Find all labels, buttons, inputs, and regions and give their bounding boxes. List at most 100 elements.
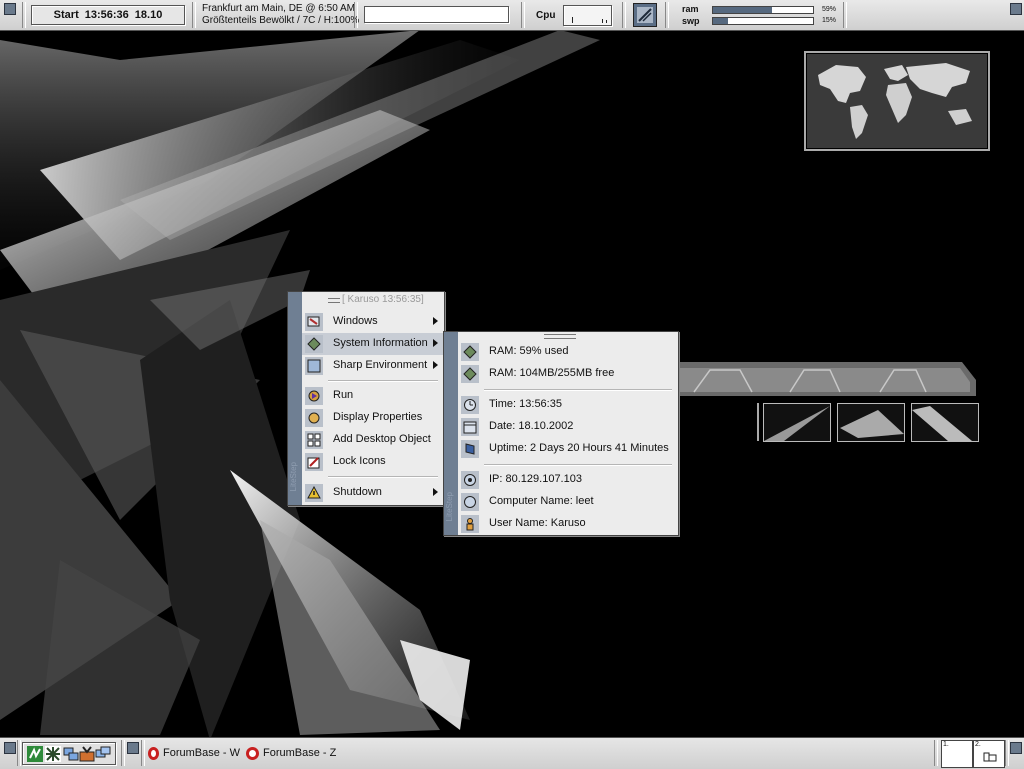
bottom-left-edge-button[interactable]: [4, 742, 16, 754]
system-information-submenu: LiteStep RAM: 59% used RAM: 104MB/255MB …: [443, 331, 679, 536]
ram-meter-fill: [713, 7, 772, 13]
virtual-desktop-2[interactable]: 2.: [973, 740, 1005, 768]
menu-item-display-properties[interactable]: Display Properties: [302, 407, 444, 429]
menu-item-label: Add Desktop Object: [333, 433, 431, 445]
menu-side-strip: LiteStep: [288, 292, 302, 505]
sysinfo-label: Uptime: 2 Days 20 Hours 41 Minutes: [489, 442, 669, 454]
separator: [521, 2, 525, 28]
quick-launch-green-icon[interactable]: [27, 746, 43, 762]
sysinfo-label: IP: 80.129.107.103: [489, 473, 582, 485]
sysinfo-time[interactable]: Time: 13:56:35: [458, 394, 678, 416]
virtual-desktop-1[interactable]: 1.: [941, 740, 973, 768]
weather-widget: Frankfurt am Main, DE @ 6:50 AM Größtent…: [202, 3, 359, 27]
ram-label: ram: [682, 4, 699, 14]
swp-meter: [712, 17, 814, 25]
taskbar-collapse-button[interactable]: [127, 742, 139, 754]
sysinfo-label: Date: 18.10.2002: [489, 420, 574, 432]
start-button[interactable]: Start 13:56:36 18.10: [31, 5, 185, 25]
menu-title-grip[interactable]: [544, 334, 576, 339]
start-label: Start: [53, 9, 79, 21]
menu-item-label: Lock Icons: [333, 455, 386, 467]
swp-meter-fill: [713, 18, 728, 24]
menu-item-label: Run: [333, 389, 354, 401]
sysinfo-ram-used[interactable]: RAM: 59% used: [458, 341, 678, 363]
network-icon: [464, 474, 476, 486]
ram-icon: [463, 345, 477, 359]
sharp-environment-icon: [307, 359, 321, 373]
menu-item-label: Display Properties: [333, 411, 423, 423]
separator: [665, 2, 669, 28]
taskbar-task-forumbase-w[interactable]: ForumBase - W: [148, 741, 240, 765]
uptime-icon: [465, 443, 475, 455]
windows-icon: [307, 316, 320, 327]
window-thumbnail-icon: [983, 752, 997, 762]
sysinfo-label: Computer Name: leet: [489, 495, 594, 507]
cpu-graph-tick: [606, 20, 607, 23]
submenu-arrow-icon: [433, 361, 438, 369]
menu-item-label: Sharp Environment: [333, 359, 428, 371]
separator: [192, 2, 196, 28]
menu-header: [ Karuso 13:56:35]: [342, 294, 424, 305]
desktop-thumbnail[interactable]: [763, 403, 831, 442]
quick-launch-chip-icon[interactable]: [45, 746, 61, 762]
menu-item-add-desktop-object[interactable]: Add Desktop Object: [302, 429, 444, 451]
submenu-arrow-icon: [433, 317, 438, 325]
sysinfo-user-name[interactable]: User Name: Karuso: [458, 513, 678, 535]
quick-launch-network-icon[interactable]: [63, 746, 79, 762]
menu-item-system-information[interactable]: System Information: [302, 333, 444, 355]
desktop-thumbnail[interactable]: [911, 403, 979, 442]
computer-icon: [464, 496, 476, 508]
sysinfo-ip[interactable]: IP: 80.129.107.103: [458, 469, 678, 491]
sysinfo-label: User Name: Karuso: [489, 517, 586, 529]
task-label: ForumBase - Z: [263, 747, 337, 759]
menu-item-sharp-environment[interactable]: Sharp Environment: [302, 355, 444, 377]
swp-percent: 15%: [822, 17, 837, 24]
sysinfo-label: RAM: 104MB/255MB free: [489, 367, 615, 379]
sysinfo-uptime[interactable]: Uptime: 2 Days 20 Hours 41 Minutes: [458, 438, 678, 460]
menu-item-label: System Information: [333, 337, 428, 349]
menu-item-shutdown[interactable]: Shutdown: [302, 482, 444, 504]
sysinfo-date[interactable]: Date: 18.10.2002: [458, 416, 678, 438]
taskbar: ForumBase - W ForumBase - Z 1. 2.: [0, 737, 1024, 769]
top-right-edge-button[interactable]: [1010, 3, 1022, 15]
menu-item-windows[interactable]: Windows: [302, 311, 444, 333]
top-bar: Start 13:56:36 18.10 Frankfurt am Main, …: [0, 0, 1024, 31]
world-map-icon: [818, 63, 972, 139]
run-icon: [308, 390, 320, 402]
menu-item-lock-icons[interactable]: Lock Icons: [302, 451, 444, 473]
opera-icon: [246, 746, 259, 760]
weather-conditions: Größtenteils Bewölkt / 7C / H:100%: [202, 15, 360, 26]
desktop-edge-marker: [757, 403, 759, 441]
menu-item-run[interactable]: Run: [302, 385, 444, 407]
menu-item-label: Windows: [333, 315, 378, 327]
separator: [22, 2, 26, 28]
system-information-icon: [307, 337, 321, 351]
desktop-thumbnail[interactable]: [837, 403, 905, 442]
separator: [934, 740, 938, 766]
menu-item-label: Shutdown: [333, 486, 382, 498]
cpu-label: Cpu: [536, 10, 556, 21]
calendar-icon: [463, 421, 477, 434]
quick-launch-tools-icon[interactable]: [79, 746, 95, 762]
sysinfo-computer-name[interactable]: Computer Name: leet: [458, 491, 678, 513]
menu-title-grip[interactable]: [328, 298, 340, 303]
add-desktop-object-icon: [307, 433, 321, 447]
command-input[interactable]: [364, 6, 509, 23]
bottom-right-edge-button[interactable]: [1010, 742, 1022, 754]
separator: [354, 2, 358, 28]
separator: [17, 740, 21, 766]
sysinfo-label: Time: 13:56:35: [489, 398, 562, 410]
system-tray-icon[interactable]: [633, 3, 657, 27]
task-label: ForumBase - W: [162, 747, 240, 759]
opera-icon: [148, 746, 159, 760]
top-left-edge-button[interactable]: [4, 3, 16, 15]
cpu-graph-tick: [602, 19, 603, 23]
shutdown-icon: [307, 486, 321, 499]
ram-meter: [712, 6, 814, 14]
clock-time: 13:56:36: [84, 9, 129, 21]
cpu-graph: [563, 5, 612, 26]
sysinfo-ram-free[interactable]: RAM: 104MB/255MB free: [458, 363, 678, 385]
separator: [121, 740, 125, 766]
quick-launch-computers-icon[interactable]: [95, 746, 111, 762]
taskbar-task-forumbase-z[interactable]: ForumBase - Z: [246, 741, 338, 765]
